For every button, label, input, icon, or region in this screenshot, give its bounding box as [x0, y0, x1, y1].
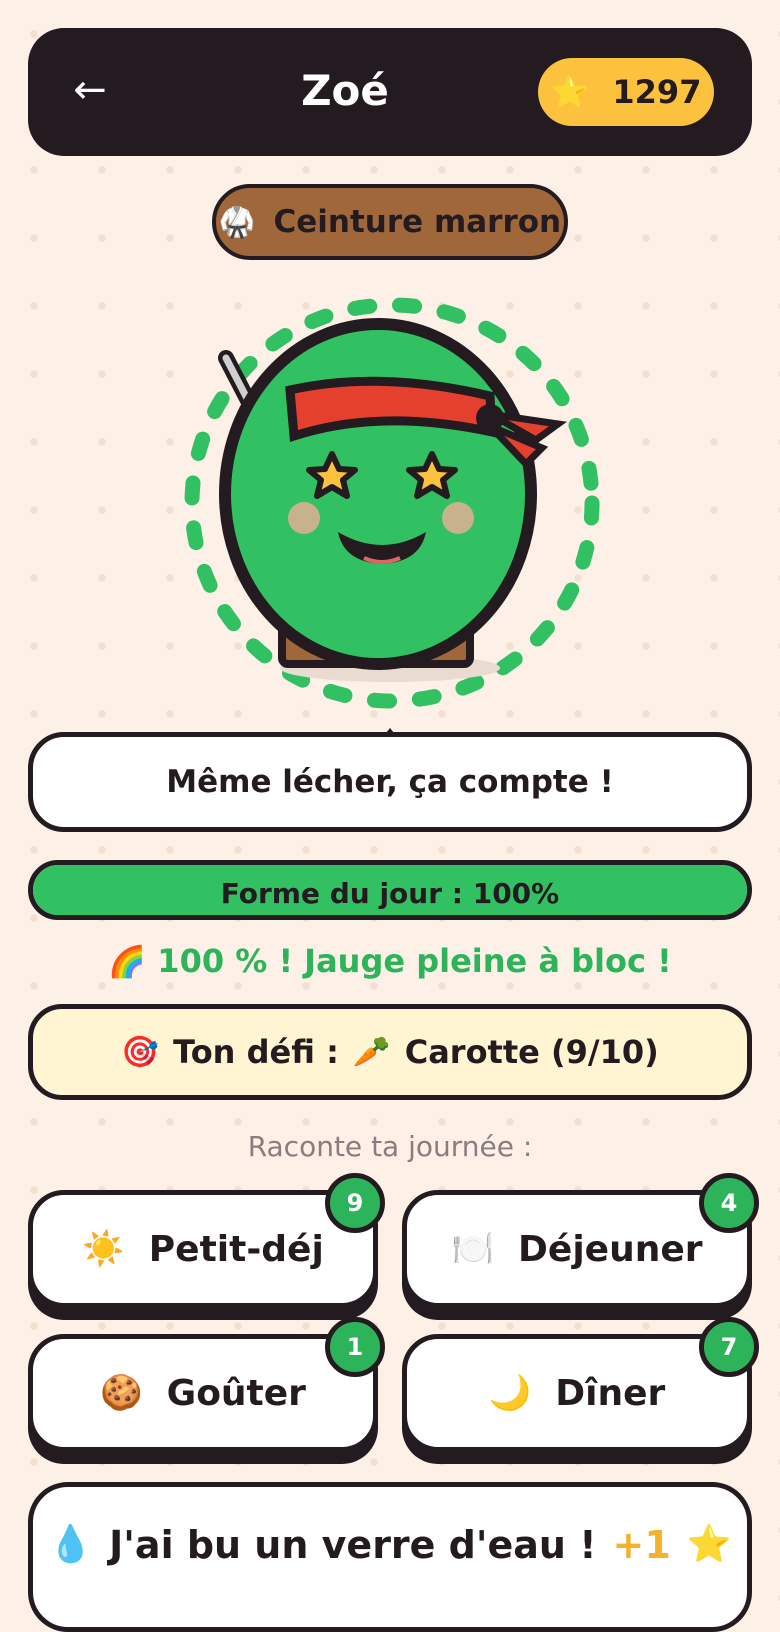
belt-label: Ceinture marron	[273, 204, 562, 240]
carrot-icon: 🥕	[352, 1034, 391, 1070]
water-bonus: +1	[612, 1523, 671, 1567]
mascot-cheek	[442, 502, 474, 534]
challenge-label: Ton défi :	[173, 1033, 339, 1071]
plate-icon: 🍽️	[451, 1229, 495, 1269]
cookie-icon: 🍪	[100, 1373, 143, 1413]
water-glass-button[interactable]: 💧 J'ai bu un verre d'eau ! +1 ⭐	[28, 1482, 752, 1632]
meal-count-badge: 1	[325, 1317, 385, 1377]
rainbow-icon: 🌈	[108, 945, 147, 980]
star-counter-badge: ⭐ 1297	[538, 58, 714, 126]
water-drop-icon: 💧	[48, 1523, 94, 1565]
water-label: J'ai bu un verre d'eau !	[109, 1523, 597, 1567]
speech-text: Même lécher, ça compte !	[166, 764, 614, 800]
belt-badge: 🥋 Ceinture marron	[212, 184, 568, 260]
meal-label: Dîner	[555, 1372, 666, 1414]
mascot-cheek	[288, 502, 320, 534]
challenge-card: 🎯 Ton défi : 🥕 Carotte (9/10)	[28, 1004, 752, 1100]
target-icon: 🎯	[121, 1034, 160, 1070]
lunch-button[interactable]: 🍽️ Déjeuner 4	[402, 1173, 759, 1308]
snack-button[interactable]: 🍪 Goûter 1	[28, 1317, 385, 1452]
mascot-body	[219, 318, 537, 670]
meal-label: Déjeuner	[518, 1228, 703, 1270]
meal-count-badge: 7	[699, 1317, 759, 1377]
meal-label: Goûter	[166, 1372, 306, 1414]
karate-uniform-icon: 🥋	[218, 204, 256, 239]
day-prompt: Raconte ta journée :	[247, 1130, 533, 1163]
breakfast-button[interactable]: ☀️ Petit-déj 9	[28, 1173, 385, 1308]
status-message-text: 100 % ! Jauge pleine à bloc !	[157, 942, 672, 980]
star-icon: ⭐	[686, 1523, 732, 1565]
daily-form-gauge: Forme du jour : 100%	[28, 860, 752, 920]
challenge-food: Carotte (9/10)	[404, 1033, 659, 1071]
meal-count-badge: 4	[699, 1173, 759, 1233]
sun-icon: ☀️	[82, 1229, 125, 1269]
ninja-mascot	[184, 297, 600, 709]
header-bar: ← Zoé ⭐ 1297	[28, 28, 752, 156]
star-icon: ⭐	[550, 74, 589, 110]
dinner-button[interactable]: 🌙 Dîner 7	[402, 1317, 759, 1452]
star-count: 1297	[612, 73, 702, 111]
gauge-label: Forme du jour : 100%	[220, 876, 560, 910]
status-message: 🌈 100 % ! Jauge pleine à bloc !	[0, 942, 780, 980]
moon-icon: 🌙	[488, 1373, 532, 1413]
speech-bubble: Même lécher, ça compte !	[28, 732, 752, 832]
meal-label: Petit-déj	[148, 1228, 324, 1270]
meal-count-badge: 9	[325, 1173, 385, 1233]
